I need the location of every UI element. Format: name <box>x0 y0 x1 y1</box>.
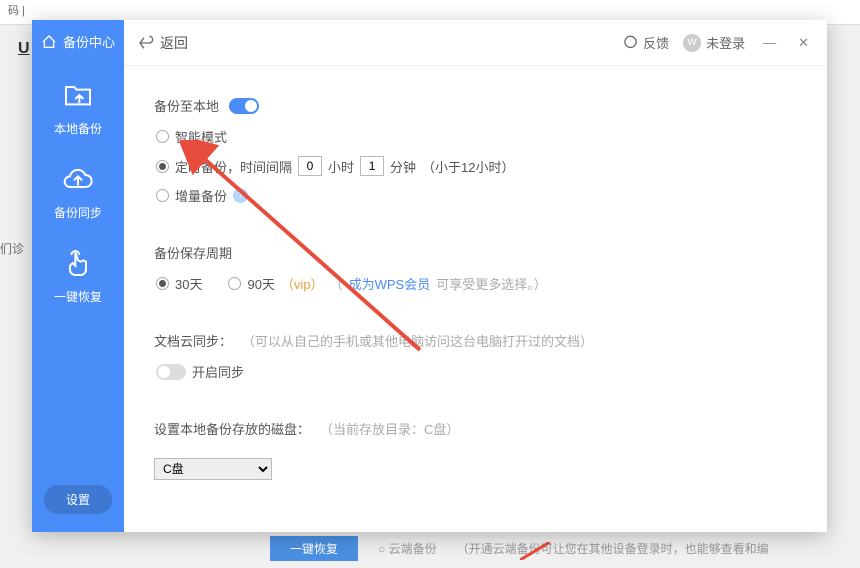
opt-90-label: 90天 <box>247 274 274 293</box>
retention-row: 30天 90天 （vip） （ 成为WPS会员 可享受更多选择。） <box>154 274 797 293</box>
sidebar-item-restore[interactable]: 一键恢复 <box>32 231 124 315</box>
login-label: 未登录 <box>706 33 745 52</box>
disk-select[interactable]: C盘 <box>154 458 272 480</box>
incremental-row[interactable]: 增量备份 ? <box>154 186 797 205</box>
bg-cloud-hint: （开通云端备份可让您在其他设备登录时，也能够查看和编 <box>457 540 769 557</box>
sidebar-item-label: 备份同步 <box>54 204 102 221</box>
sidebar-item-label: 本地备份 <box>54 120 102 137</box>
bg-side-text: 们诊 <box>0 240 24 257</box>
main-panel: 返回 反馈 W 未登录 — ✕ 备份至本地 <box>124 20 827 532</box>
minimize-button[interactable]: — <box>759 35 780 50</box>
close-button[interactable]: ✕ <box>794 35 813 51</box>
back-arrow-icon <box>138 35 154 51</box>
sidebar-title: 备份中心 <box>41 20 115 63</box>
avatar-icon: W <box>683 34 701 52</box>
radio-scheduled[interactable] <box>156 160 169 173</box>
smart-mode-row[interactable]: 智能模式 <box>154 127 797 146</box>
backup-local-toggle[interactable] <box>229 98 259 114</box>
enable-sync-label: 开启同步 <box>192 362 244 381</box>
content-area: 备份至本地 智能模式 定时备份，时间间隔 小时 分钟 （小于12小时） 增量备份… <box>124 66 827 480</box>
home-icon <box>41 34 57 50</box>
cloud-sync-hint: （可以从自己的手机或其他电脑访问这台电脑打开过的文档） <box>242 331 593 350</box>
backup-dialog: 备份中心 本地备份 备份同步 一键恢复 设置 返回 反馈 <box>32 20 827 532</box>
vip-tag: （vip） <box>281 274 324 293</box>
radio-30days[interactable] <box>156 277 169 290</box>
feedback-button[interactable]: 反馈 <box>623 33 669 52</box>
incremental-label: 增量备份 <box>175 186 227 205</box>
minute-input[interactable] <box>360 156 384 176</box>
section-retention-title: 备份保存周期 <box>154 243 797 262</box>
section-disk-title: 设置本地备份存放的磁盘： （当前存放目录：C盘） <box>154 419 797 438</box>
bg-restore-button[interactable]: 一键恢复 <box>270 536 358 561</box>
opt-30-label: 30天 <box>175 274 202 293</box>
back-label: 返回 <box>160 33 188 53</box>
scheduled-row[interactable]: 定时备份，时间间隔 小时 分钟 （小于12小时） <box>154 156 797 176</box>
more-hint: 可享受更多选择。） <box>436 274 547 293</box>
bg-bottom-bar: 一键恢复 ○ 云端备份 （开通云端备份可让您在其他设备登录时，也能够查看和编 <box>270 536 860 560</box>
login-button[interactable]: W 未登录 <box>683 33 745 52</box>
sidebar: 备份中心 本地备份 备份同步 一键恢复 设置 <box>32 20 124 532</box>
chat-icon <box>623 35 638 50</box>
bg-strike-line <box>520 542 550 560</box>
smart-mode-label: 智能模式 <box>175 127 227 146</box>
sidebar-item-sync[interactable]: 备份同步 <box>32 147 124 231</box>
bg-cloud-radio: ○ 云端备份 <box>378 540 437 557</box>
back-button[interactable]: 返回 <box>138 33 188 53</box>
cloud-sync-toggle[interactable] <box>156 364 186 380</box>
hour-unit: 小时 <box>328 157 354 176</box>
disk-current: （当前存放目录：C盘） <box>320 419 459 438</box>
sidebar-item-local-backup[interactable]: 本地备份 <box>32 63 124 147</box>
hour-input[interactable] <box>298 156 322 176</box>
paren-open: （ <box>330 274 343 293</box>
section-backup-local-title: 备份至本地 <box>154 96 797 115</box>
tap-icon <box>62 247 94 282</box>
sidebar-item-label: 一键恢复 <box>54 288 102 305</box>
section-cloud-sync-title: 文档云同步： （可以从自己的手机或其他电脑访问这台电脑打开过的文档） <box>154 331 797 350</box>
cloud-sync-row: 开启同步 <box>154 362 797 381</box>
folder-icon <box>62 79 94 114</box>
settings-button[interactable]: 设置 <box>44 485 112 514</box>
scheduled-label: 定时备份，时间间隔 <box>175 157 292 176</box>
radio-smart-mode[interactable] <box>156 130 169 143</box>
minute-unit: 分钟 <box>390 157 416 176</box>
bg-u: U <box>18 40 30 58</box>
help-icon[interactable]: ? <box>233 188 248 203</box>
cloud-upload-icon <box>62 163 94 198</box>
feedback-label: 反馈 <box>643 33 669 52</box>
radio-90days[interactable] <box>228 277 241 290</box>
limit-hint: （小于12小时） <box>422 157 514 176</box>
topbar: 返回 反馈 W 未登录 — ✕ <box>124 20 827 66</box>
radio-incremental[interactable] <box>156 189 169 202</box>
wps-member-link[interactable]: 成为WPS会员 <box>349 274 431 293</box>
